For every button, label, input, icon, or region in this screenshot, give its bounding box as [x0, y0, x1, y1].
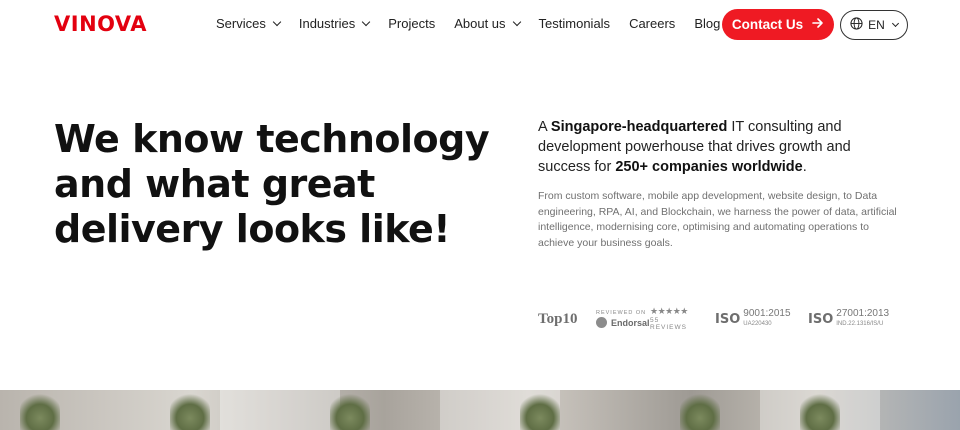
review-count: 55 REVIEWS [650, 317, 687, 331]
contact-us-button[interactable]: Contact Us [722, 9, 834, 40]
endorsal-rating: ★★★★★ 55 REVIEWS [650, 306, 696, 331]
nav-label: Services [216, 16, 266, 31]
site-header: VINOVA Services Industries Projects Abou… [0, 0, 960, 50]
iso-info: 9001:2015 UA220430 [743, 308, 790, 330]
nav-label: Testimonials [538, 16, 611, 31]
language-selector[interactable]: EN [840, 10, 908, 40]
nav-item-industries[interactable]: Industries [298, 16, 371, 31]
iso-27001-badge: ISO 27001:2013 IND.22.1316/IS/U [808, 305, 889, 333]
plant-shape [800, 390, 840, 430]
nav-item-blog[interactable]: Blog [694, 16, 720, 31]
nav-label: Industries [298, 16, 356, 31]
top10-badge: Top10 [538, 310, 578, 327]
nav-label: Careers [629, 16, 676, 31]
iso-number: 9001:2015 [743, 308, 791, 319]
chevron-down-icon [512, 17, 521, 26]
iso-cert-code: UA220430 [743, 321, 772, 327]
language-label: EN [868, 18, 885, 32]
nav-item-careers[interactable]: Careers [629, 16, 675, 31]
photo-window [220, 390, 340, 430]
chevron-down-icon [272, 17, 282, 26]
arrow-right-icon [812, 17, 824, 32]
iso-logo: ISO [715, 311, 741, 327]
nav-label: Projects [388, 16, 436, 31]
endorsal-row: Endorsal [596, 317, 650, 328]
nav-item-services[interactable]: Services [216, 16, 282, 31]
plant-shape [20, 390, 60, 430]
nav-item-projects[interactable]: Projects [388, 16, 435, 31]
vinova-logo[interactable]: VINOVA [54, 12, 147, 36]
chevron-down-icon [891, 19, 899, 27]
hero-title: We know technology and what great delive… [54, 117, 490, 251]
iso-9001-badge: ISO 9001:2015 UA220430 [715, 305, 791, 333]
lead-emphasis: Singapore-headquartered [550, 119, 728, 135]
lead-text: . [802, 159, 807, 175]
nav-label: Blog [694, 16, 721, 31]
iso-logo: ISO [808, 311, 834, 327]
iso-number: 27001:2013 [836, 308, 890, 319]
plant-shape [520, 390, 560, 430]
plant-shape [680, 390, 720, 430]
plant-shape [170, 390, 210, 430]
contact-us-label: Contact Us [731, 17, 804, 32]
endorsal-name: Endorsal [611, 317, 650, 328]
nav-item-testimonials[interactable]: Testimonials [539, 16, 611, 31]
reviewed-on-label: REVIEWED ON [596, 310, 647, 316]
globe-icon [850, 17, 863, 33]
iso-cert-code: IND.22.1316/IS/U [836, 321, 884, 327]
lead-text: A [538, 119, 551, 135]
office-photo [0, 390, 960, 430]
plant-shape [330, 390, 370, 430]
nav-label: About us [454, 16, 506, 31]
star-rating-icon: ★★★★★ [650, 306, 688, 316]
nav-item-about-us[interactable]: About us [454, 16, 521, 31]
endorsal-info: REVIEWED ON Endorsal [596, 310, 650, 328]
hero-description: From custom software, mobile app develop… [538, 190, 897, 249]
endorsal-logo-icon [596, 317, 607, 328]
main-nav: Services Industries Projects About us Te… [216, 16, 720, 31]
hero-lead: A Singapore-headquartered IT consulting … [538, 117, 878, 177]
lead-emphasis: 250+ companies worldwide [615, 159, 803, 175]
certification-badges: Top10 REVIEWED ON Endorsal ★★★★★ 55 REVI… [538, 305, 898, 333]
iso-info: 27001:2013 IND.22.1316/IS/U [836, 308, 889, 330]
endorsal-badge: REVIEWED ON Endorsal ★★★★★ 55 REVIEWS [596, 305, 696, 333]
chevron-down-icon [361, 17, 371, 26]
